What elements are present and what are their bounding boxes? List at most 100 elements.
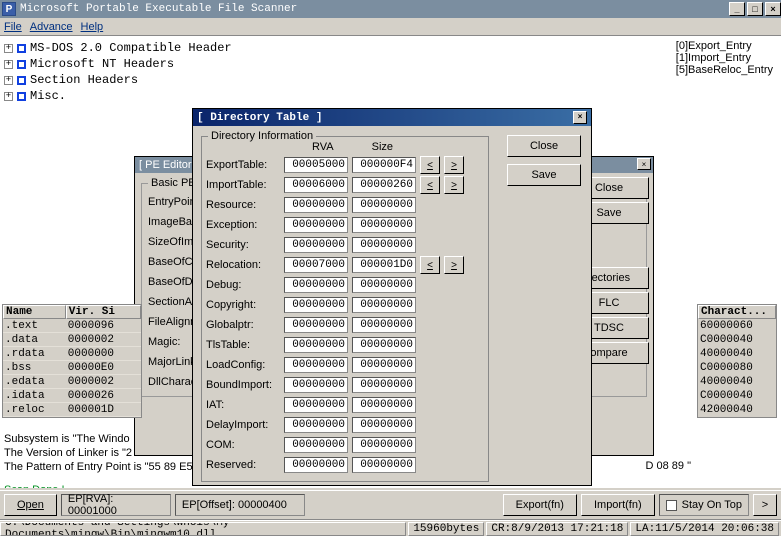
- rva-input[interactable]: [284, 437, 348, 453]
- column-header[interactable]: Vir. Si: [66, 305, 141, 319]
- status-created: CR:8/9/2013 17:21:18: [486, 522, 628, 536]
- import-fn-button[interactable]: Import(fn): [581, 494, 655, 516]
- tree-item[interactable]: Section Headers: [30, 73, 138, 87]
- menu-help[interactable]: Help: [81, 21, 104, 33]
- stay-on-top-checkbox[interactable]: [666, 500, 677, 511]
- list-item[interactable]: [1]Import_Entry: [676, 52, 773, 64]
- rva-input[interactable]: [284, 377, 348, 393]
- size-input[interactable]: [352, 157, 416, 173]
- size-input[interactable]: [352, 277, 416, 293]
- next-arrow-button[interactable]: >: [444, 176, 464, 194]
- rva-input[interactable]: [284, 457, 348, 473]
- tree-node-icon: [17, 44, 26, 53]
- directory-row: Resource:: [206, 195, 484, 215]
- size-input[interactable]: [352, 397, 416, 413]
- table-row[interactable]: .bss00000E0: [3, 361, 141, 375]
- open-button[interactable]: Open: [4, 494, 57, 516]
- ep-rva-field: EP[RVA]: 00001000: [61, 494, 171, 516]
- directory-label: ImportTable:: [206, 179, 280, 191]
- next-arrow-button[interactable]: >: [444, 156, 464, 174]
- directory-row: ExportTable: <>: [206, 155, 484, 175]
- directory-dialog-titlebar[interactable]: [ Directory Table ] ×: [193, 109, 591, 126]
- directory-label: Copyright:: [206, 299, 280, 311]
- bottom-toolbar: Open EP[RVA]: 00001000 EP[Offset]: 00000…: [0, 490, 781, 520]
- table-row[interactable]: 42000040: [698, 403, 776, 417]
- stay-on-top-label: Stay On Top: [682, 499, 742, 511]
- size-input[interactable]: [352, 437, 416, 453]
- rva-input[interactable]: [284, 417, 348, 433]
- rva-input[interactable]: [284, 317, 348, 333]
- directory-close-button[interactable]: Close: [507, 135, 581, 157]
- size-input[interactable]: [352, 457, 416, 473]
- tree-expand-icon[interactable]: +: [4, 76, 13, 85]
- list-item[interactable]: [0]Export_Entry: [676, 40, 773, 52]
- rva-input[interactable]: [284, 277, 348, 293]
- tree-expand-icon[interactable]: +: [4, 60, 13, 69]
- table-row[interactable]: 60000060: [698, 319, 776, 333]
- cell-name: .reloc: [3, 403, 66, 417]
- directory-label: COM:: [206, 439, 280, 451]
- next-arrow-button[interactable]: >: [753, 494, 777, 516]
- next-arrow-button[interactable]: >: [444, 256, 464, 274]
- rva-input[interactable]: [284, 337, 348, 353]
- rva-input[interactable]: [284, 157, 348, 173]
- size-input[interactable]: [352, 177, 416, 193]
- tree-expand-icon[interactable]: +: [4, 92, 13, 101]
- menu-file[interactable]: File: [4, 21, 22, 33]
- directory-label: DelayImport:: [206, 419, 280, 431]
- tree-item[interactable]: Microsoft NT Headers: [30, 57, 174, 71]
- rva-input[interactable]: [284, 217, 348, 233]
- export-fn-button[interactable]: Export(fn): [503, 494, 577, 516]
- directory-dialog-title: [ Directory Table ]: [197, 112, 322, 124]
- minimize-button[interactable]: _: [729, 2, 745, 16]
- directory-row: COM:: [206, 435, 484, 455]
- close-button[interactable]: ×: [765, 2, 781, 16]
- size-input[interactable]: [352, 357, 416, 373]
- statusbar: C:\Documents and Settings\Whois\My Docum…: [0, 520, 781, 536]
- list-item[interactable]: [5]BaseReloc_Entry: [676, 64, 773, 76]
- size-input[interactable]: [352, 337, 416, 353]
- size-input[interactable]: [352, 417, 416, 433]
- size-input[interactable]: [352, 217, 416, 233]
- tree-node-icon: [17, 60, 26, 69]
- size-input[interactable]: [352, 297, 416, 313]
- rva-input[interactable]: [284, 237, 348, 253]
- tree-item[interactable]: Misc.: [30, 89, 66, 103]
- tree-item[interactable]: MS-DOS 2.0 Compatible Header: [30, 41, 232, 55]
- tree-expand-icon[interactable]: +: [4, 44, 13, 53]
- directory-dialog-close-icon[interactable]: ×: [573, 111, 587, 124]
- prev-arrow-button[interactable]: <: [420, 256, 440, 274]
- pe-editor-close-button[interactable]: ×: [637, 158, 651, 170]
- table-row[interactable]: .idata0000026: [3, 389, 141, 403]
- rva-input[interactable]: [284, 177, 348, 193]
- size-input[interactable]: [352, 377, 416, 393]
- table-row[interactable]: .reloc000001D: [3, 403, 141, 417]
- table-row[interactable]: .data0000002: [3, 333, 141, 347]
- rva-input[interactable]: [284, 197, 348, 213]
- column-header[interactable]: Name: [3, 305, 66, 319]
- table-row[interactable]: .text0000096: [3, 319, 141, 333]
- size-input[interactable]: [352, 257, 416, 273]
- prev-arrow-button[interactable]: <: [420, 176, 440, 194]
- table-row[interactable]: C0000040: [698, 333, 776, 347]
- rva-input[interactable]: [284, 297, 348, 313]
- rva-input[interactable]: [284, 397, 348, 413]
- table-row[interactable]: 40000040: [698, 375, 776, 389]
- column-header[interactable]: Charact...: [698, 305, 776, 319]
- prev-arrow-button[interactable]: <: [420, 156, 440, 174]
- table-row[interactable]: C0000040: [698, 389, 776, 403]
- rva-input[interactable]: [284, 257, 348, 273]
- table-row[interactable]: 40000040: [698, 347, 776, 361]
- size-input[interactable]: [352, 317, 416, 333]
- rva-input[interactable]: [284, 357, 348, 373]
- app-titlebar: P Microsoft Portable Executable File Sca…: [0, 0, 781, 18]
- table-row[interactable]: .edata0000002: [3, 375, 141, 389]
- content-area: + MS-DOS 2.0 Compatible Header + Microsoft…: [0, 36, 781, 488]
- size-input[interactable]: [352, 197, 416, 213]
- table-row[interactable]: .rdata0000000: [3, 347, 141, 361]
- directory-save-button[interactable]: Save: [507, 164, 581, 186]
- table-row[interactable]: C0000080: [698, 361, 776, 375]
- maximize-button[interactable]: □: [747, 2, 763, 16]
- size-input[interactable]: [352, 237, 416, 253]
- menu-advance[interactable]: Advance: [30, 21, 73, 33]
